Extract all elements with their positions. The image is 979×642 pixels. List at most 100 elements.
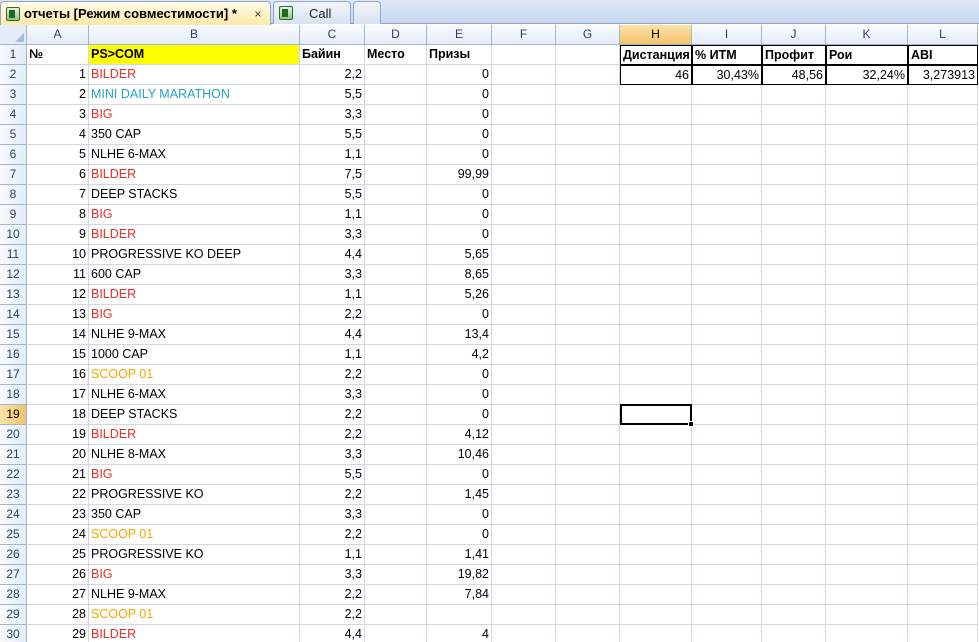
cell-f15[interactable] <box>492 325 556 345</box>
cell-l18[interactable] <box>908 385 978 405</box>
cell-h8[interactable] <box>620 185 692 205</box>
cell-a11[interactable]: 10 <box>27 245 89 265</box>
row-header[interactable]: 17 <box>0 365 27 385</box>
cell-d23[interactable] <box>365 485 427 505</box>
cell-j29[interactable] <box>762 605 826 625</box>
cell-d21[interactable] <box>365 445 427 465</box>
cell-d13[interactable] <box>365 285 427 305</box>
cell-l27[interactable] <box>908 565 978 585</box>
cell-c21[interactable]: 3,3 <box>300 445 365 465</box>
cell-e22[interactable]: 0 <box>427 465 492 485</box>
fill-handle[interactable] <box>688 421 694 427</box>
cell-g14[interactable] <box>556 305 620 325</box>
cell-g20[interactable] <box>556 425 620 445</box>
cell-a20[interactable]: 19 <box>27 425 89 445</box>
cell-j16[interactable] <box>762 345 826 365</box>
cell-j6[interactable] <box>762 145 826 165</box>
cell-l3[interactable] <box>908 85 978 105</box>
cell-a28[interactable]: 27 <box>27 585 89 605</box>
cell-k2[interactable]: 32,24% <box>826 65 908 85</box>
cell-a12[interactable]: 11 <box>27 265 89 285</box>
cell-b13[interactable]: BILDER <box>89 285 300 305</box>
column-header-d[interactable]: D <box>365 25 427 45</box>
cell-g24[interactable] <box>556 505 620 525</box>
column-header-b[interactable]: B <box>89 25 300 45</box>
row-header[interactable]: 26 <box>0 545 27 565</box>
cell-i18[interactable] <box>692 385 762 405</box>
cell-a14[interactable]: 13 <box>27 305 89 325</box>
cell-k17[interactable] <box>826 365 908 385</box>
cell-e29[interactable] <box>427 605 492 625</box>
cell-k20[interactable] <box>826 425 908 445</box>
cell-l24[interactable] <box>908 505 978 525</box>
cell-i17[interactable] <box>692 365 762 385</box>
cell-g1[interactable] <box>556 45 620 65</box>
cell-h17[interactable] <box>620 365 692 385</box>
cell-j28[interactable] <box>762 585 826 605</box>
cell-j19[interactable] <box>762 405 826 425</box>
cell-b21[interactable]: NLHE 8-MAX <box>89 445 300 465</box>
cell-e16[interactable]: 4,2 <box>427 345 492 365</box>
cell-l5[interactable] <box>908 125 978 145</box>
cell-h28[interactable] <box>620 585 692 605</box>
cell-k9[interactable] <box>826 205 908 225</box>
row-header[interactable]: 14 <box>0 305 27 325</box>
cell-e8[interactable]: 0 <box>427 185 492 205</box>
cell-i27[interactable] <box>692 565 762 585</box>
cell-g15[interactable] <box>556 325 620 345</box>
cell-g22[interactable] <box>556 465 620 485</box>
cell-e24[interactable]: 0 <box>427 505 492 525</box>
cell-c12[interactable]: 3,3 <box>300 265 365 285</box>
column-header-f[interactable]: F <box>492 25 556 45</box>
cell-b3[interactable]: MINI DAILY MARATHON <box>89 85 300 105</box>
row-header[interactable]: 13 <box>0 285 27 305</box>
cell-b10[interactable]: BILDER <box>89 225 300 245</box>
cell-a29[interactable]: 28 <box>27 605 89 625</box>
cell-c16[interactable]: 1,1 <box>300 345 365 365</box>
cell-d30[interactable] <box>365 625 427 642</box>
cell-b14[interactable]: BIG <box>89 305 300 325</box>
cell-e28[interactable]: 7,84 <box>427 585 492 605</box>
cell-b28[interactable]: NLHE 9-MAX <box>89 585 300 605</box>
cell-f19[interactable] <box>492 405 556 425</box>
cell-j1[interactable]: Профит <box>762 45 826 65</box>
cell-g4[interactable] <box>556 105 620 125</box>
cell-f13[interactable] <box>492 285 556 305</box>
cell-l7[interactable] <box>908 165 978 185</box>
cell-k29[interactable] <box>826 605 908 625</box>
cell-d7[interactable] <box>365 165 427 185</box>
cell-f21[interactable] <box>492 445 556 465</box>
cell-k8[interactable] <box>826 185 908 205</box>
cell-c14[interactable]: 2,2 <box>300 305 365 325</box>
cell-b20[interactable]: BILDER <box>89 425 300 445</box>
cell-i12[interactable] <box>692 265 762 285</box>
cell-d6[interactable] <box>365 145 427 165</box>
cell-k7[interactable] <box>826 165 908 185</box>
cell-e17[interactable]: 0 <box>427 365 492 385</box>
row-header[interactable]: 4 <box>0 105 27 125</box>
cell-l29[interactable] <box>908 605 978 625</box>
active-cell-selection[interactable] <box>620 404 692 425</box>
cell-d14[interactable] <box>365 305 427 325</box>
cell-c2[interactable]: 2,2 <box>300 65 365 85</box>
cell-d17[interactable] <box>365 365 427 385</box>
cell-f6[interactable] <box>492 145 556 165</box>
cell-h20[interactable] <box>620 425 692 445</box>
row-header[interactable]: 25 <box>0 525 27 545</box>
cell-l16[interactable] <box>908 345 978 365</box>
cell-e7[interactable]: 99,99 <box>427 165 492 185</box>
column-header-a[interactable]: A <box>27 25 89 45</box>
cell-j5[interactable] <box>762 125 826 145</box>
cell-e12[interactable]: 8,65 <box>427 265 492 285</box>
cell-d27[interactable] <box>365 565 427 585</box>
cell-g30[interactable] <box>556 625 620 642</box>
cell-j8[interactable] <box>762 185 826 205</box>
cell-f25[interactable] <box>492 525 556 545</box>
cell-d3[interactable] <box>365 85 427 105</box>
row-header[interactable]: 29 <box>0 605 27 625</box>
cell-e3[interactable]: 0 <box>427 85 492 105</box>
cell-j11[interactable] <box>762 245 826 265</box>
cell-i25[interactable] <box>692 525 762 545</box>
row-header[interactable]: 5 <box>0 125 27 145</box>
cell-f22[interactable] <box>492 465 556 485</box>
